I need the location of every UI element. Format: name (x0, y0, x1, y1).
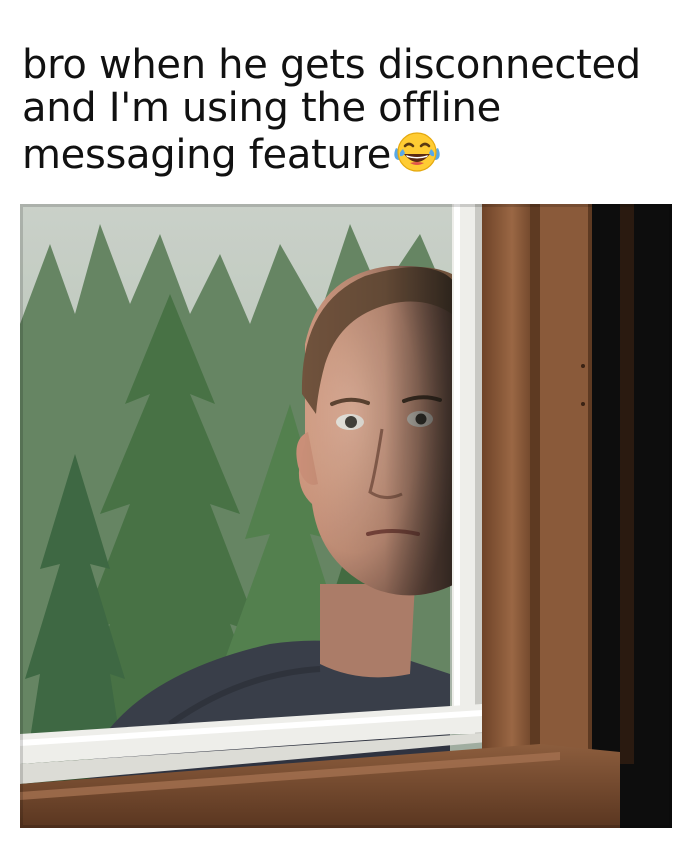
face-with-tears-of-joy-icon (393, 130, 441, 174)
caption-line-2: and I'm using the offline (22, 85, 501, 131)
caption-line-3-text: messaging feature (22, 132, 392, 178)
window-scene-illustration (20, 204, 672, 828)
caption-line-1: bro when he gets disconnected (22, 42, 641, 88)
meme-caption: bro when he gets disconnected and I'm us… (22, 44, 682, 177)
meme-photo (20, 204, 672, 828)
caption-line-3: messaging feature (22, 130, 682, 177)
meme-container: bro when he gets disconnected and I'm us… (0, 0, 692, 848)
